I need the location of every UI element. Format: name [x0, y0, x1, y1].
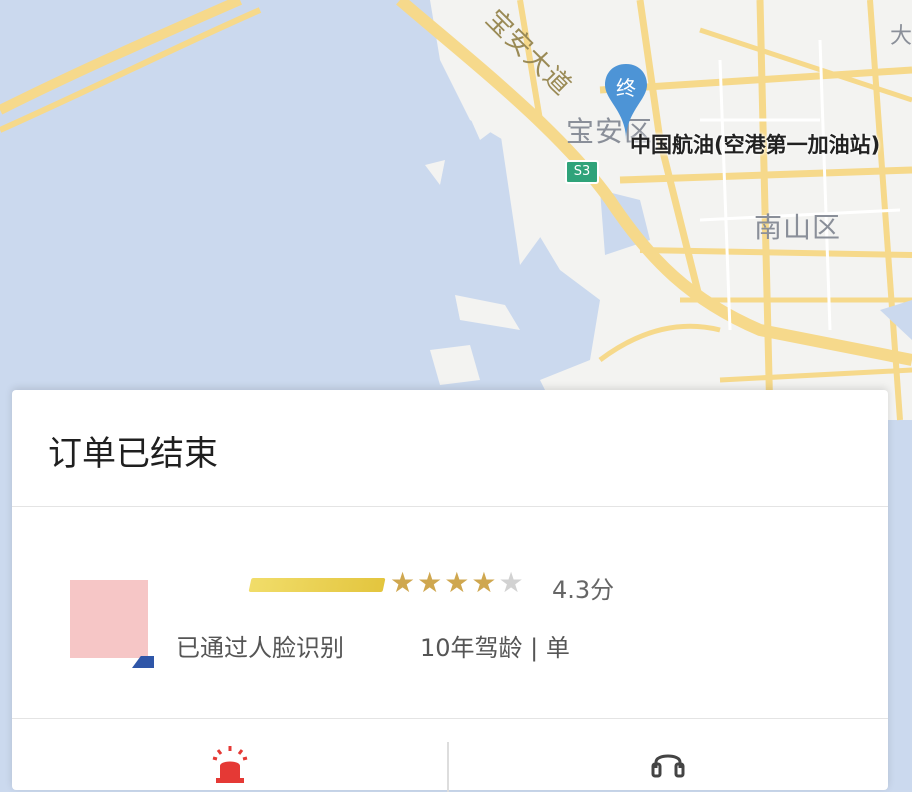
card-divider — [12, 718, 888, 719]
card-divider — [12, 506, 888, 507]
district-label-nanshan: 南山区 — [754, 211, 842, 244]
partial-map-label: 大 — [890, 24, 912, 49]
rating-star-icon: ★ — [471, 566, 497, 599]
route-shield-badge: S3 — [565, 160, 599, 184]
headset-service-icon[interactable] — [648, 744, 688, 784]
driver-avatar[interactable] — [70, 580, 148, 658]
alarm-siren-icon[interactable] — [208, 744, 252, 784]
order-status-title: 订单已结束 — [48, 434, 218, 474]
driver-name-redacted — [248, 578, 386, 592]
driver-rating-score: 4.3分 — [552, 576, 615, 604]
destination-pin-label: 终 — [616, 76, 636, 100]
destination-poi-name[interactable]: 中国航油(空港第一加油站) — [630, 128, 900, 162]
driving-years-label: 10年驾龄 | 单 — [420, 634, 570, 662]
rating-star-icon: ★ — [417, 566, 443, 599]
face-verified-label: 已通过人脸识别 — [176, 634, 344, 662]
driver-rating-stars: ★ ★ ★ ★ ★ — [390, 566, 524, 600]
rating-star-icon: ★ — [498, 566, 524, 599]
action-separator — [447, 742, 449, 792]
rating-star-icon: ★ — [444, 566, 470, 599]
rating-star-icon: ★ — [390, 566, 416, 599]
order-card: 订单已结束 ★ ★ ★ ★ ★ 4.3分 已通过人脸识别 10年驾龄 | 单 — [12, 390, 888, 792]
